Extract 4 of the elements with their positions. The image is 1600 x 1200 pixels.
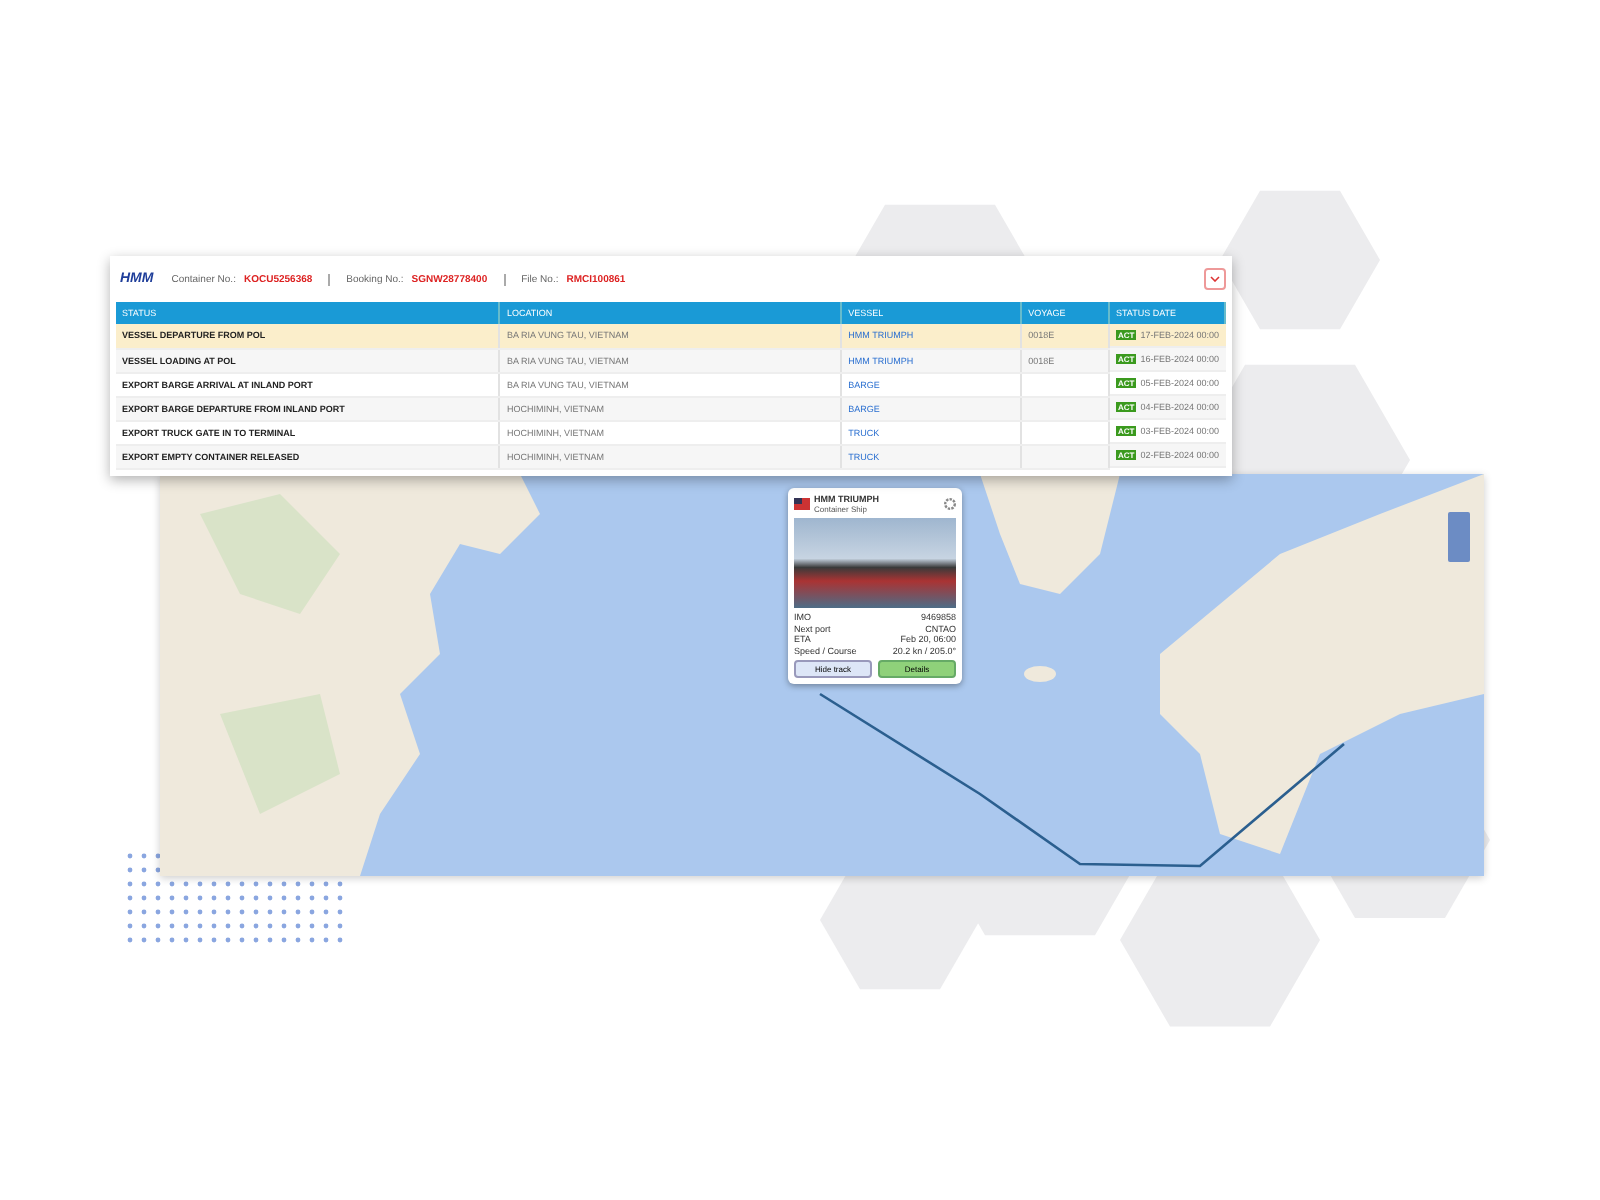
settings-icon[interactable] [944,498,956,510]
expand-button[interactable] [1204,268,1226,290]
chevron-down-icon [1210,276,1220,282]
flag-icon [794,498,810,510]
